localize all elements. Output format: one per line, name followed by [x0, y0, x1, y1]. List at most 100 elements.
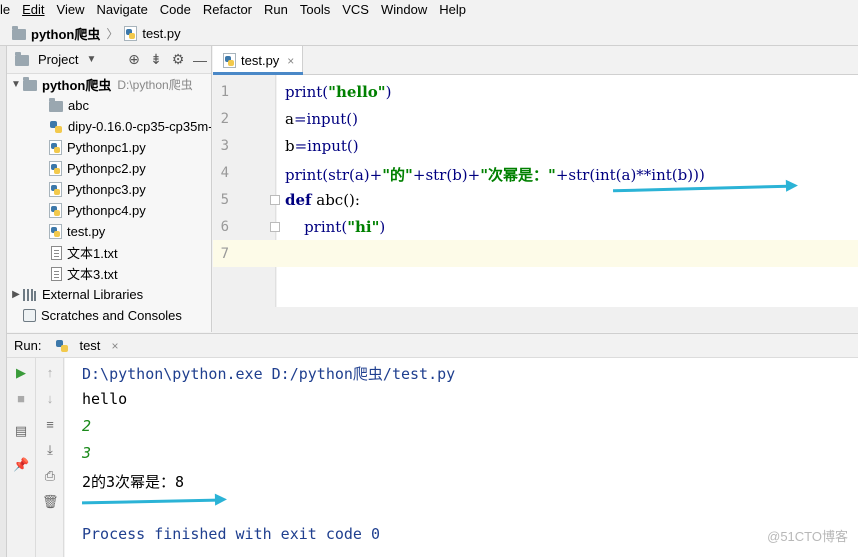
- menu-tools[interactable]: Tools: [294, 0, 336, 20]
- watermark: @51CTO博客: [767, 529, 848, 544]
- arrow-up-icon[interactable]: ↑: [42, 365, 58, 381]
- folder-icon: [23, 77, 37, 91]
- close-icon[interactable]: ×: [287, 54, 294, 68]
- rerun-icon[interactable]: ▶: [13, 365, 29, 381]
- code-line-4: print(str(a)+"的"+str(b)+"次幂是："+str(int(a…: [285, 166, 705, 184]
- menu-code[interactable]: Code: [154, 0, 197, 20]
- tool-window-strip[interactable]: [0, 46, 7, 557]
- console-input-line: 3: [82, 444, 92, 462]
- line-number: 7: [220, 246, 229, 262]
- expand-arrow-icon[interactable]: ▼: [9, 79, 23, 90]
- breadcrumb-file[interactable]: test.py: [124, 25, 181, 41]
- hide-icon[interactable]: —: [189, 52, 211, 68]
- pin-icon[interactable]: 📌: [13, 457, 29, 473]
- scroll-to-end-icon[interactable]: ⤓: [42, 442, 58, 458]
- line-number: 3: [220, 138, 229, 154]
- run-toolbar-primary: ▶ ■ ▤ 📌: [7, 358, 36, 557]
- menu-navigate[interactable]: Navigate: [90, 0, 153, 20]
- project-tree: ▼ python爬虫 D:\python爬虫 abc dipy-0.16.0-c…: [7, 74, 211, 326]
- fold-marker-icon[interactable]: [270, 195, 280, 205]
- arrow-down-icon[interactable]: ↓: [42, 391, 58, 407]
- run-panel-header: Run: test ×: [7, 333, 858, 358]
- tree-root[interactable]: ▼ python爬虫 D:\python爬虫: [7, 74, 211, 95]
- menu-refactor[interactable]: Refactor: [197, 0, 258, 20]
- breadcrumb-project[interactable]: python爬虫: [0, 24, 100, 43]
- locate-icon[interactable]: ⊕: [123, 51, 145, 68]
- folder-icon: [12, 25, 26, 40]
- close-icon[interactable]: ×: [111, 339, 118, 353]
- line-number: 5: [220, 192, 229, 208]
- dropdown-arrow-icon: ▼: [86, 54, 97, 65]
- line-number: 4: [220, 165, 229, 181]
- menu-bar: le Edit View Navigate Code Refactor Run …: [0, 0, 858, 20]
- code-editor[interactable]: [277, 75, 858, 307]
- code-line-1: print("hello"): [285, 83, 392, 101]
- menu-file[interactable]: le: [0, 0, 16, 20]
- console-input-line: 2: [82, 417, 92, 435]
- menu-edit[interactable]: Edit: [16, 0, 50, 20]
- project-icon: [15, 52, 29, 66]
- tree-item-pythonpc1[interactable]: Pythonpc1.py: [7, 137, 211, 158]
- editor-bottom-area: [213, 307, 858, 332]
- line-number: 1: [220, 84, 229, 100]
- menu-help[interactable]: Help: [433, 0, 472, 20]
- tree-scratches[interactable]: Scratches and Consoles: [7, 305, 211, 326]
- project-panel: Project ▼ ⊕ ⇟ ⚙ — ▼ python爬虫 D:\python爬虫…: [7, 46, 212, 332]
- project-panel-header: Project ▼ ⊕ ⇟ ⚙ —: [7, 46, 211, 74]
- tree-item-test[interactable]: test.py: [7, 221, 211, 242]
- folder-icon: [49, 98, 63, 112]
- fold-marker-icon[interactable]: [270, 222, 280, 232]
- scratches-icon: [23, 309, 36, 322]
- console-command: D:\python\python.exe D:/python爬虫/test.py: [82, 365, 456, 383]
- layout-icon[interactable]: ▤: [13, 423, 29, 439]
- tree-item-pythonpc3[interactable]: Pythonpc3.py: [7, 179, 211, 200]
- tree-item-text3[interactable]: 文本3.txt: [7, 263, 211, 284]
- python-package-icon: [49, 120, 63, 134]
- python-file-icon: [49, 203, 62, 218]
- python-icon: [55, 339, 69, 353]
- current-line-highlight: [213, 240, 858, 267]
- tree-item-abc[interactable]: abc: [7, 95, 211, 116]
- run-tab-test[interactable]: test ×: [55, 338, 118, 353]
- menu-view[interactable]: View: [51, 0, 91, 20]
- menu-vcs[interactable]: VCS: [336, 0, 375, 20]
- python-file-icon: [49, 161, 62, 176]
- editor-tab-bar: test.py ×: [213, 46, 858, 75]
- code-line-6: print("hi"): [285, 218, 386, 236]
- project-view-selector[interactable]: Project ▼: [7, 52, 96, 67]
- tree-item-dipy[interactable]: dipy-0.16.0-cp35-cp35m-: [7, 116, 211, 137]
- menu-window[interactable]: Window: [375, 0, 433, 20]
- console-output-line: hello: [82, 390, 128, 408]
- stop-icon[interactable]: ■: [13, 391, 29, 407]
- run-toolbar-secondary: ↑ ↓ ≡ ⤓ ⎙ 🗑: [36, 358, 64, 557]
- tree-item-pythonpc2[interactable]: Pythonpc2.py: [7, 158, 211, 179]
- code-line-3: b=input(): [285, 137, 359, 155]
- editor-gutter: [213, 75, 276, 307]
- tree-item-text1[interactable]: 文本1.txt: [7, 242, 211, 263]
- text-file-icon: [51, 245, 62, 260]
- line-number: 2: [220, 111, 229, 127]
- breadcrumb-separator: 〉: [106, 26, 119, 41]
- tree-item-pythonpc4[interactable]: Pythonpc4.py: [7, 200, 211, 221]
- python-file-icon: [49, 140, 62, 155]
- breadcrumb: python爬虫 〉 test.py: [0, 21, 858, 46]
- soft-wrap-icon[interactable]: ≡: [42, 417, 58, 433]
- text-file-icon: [51, 266, 62, 281]
- tree-external-libraries[interactable]: ▶ External Libraries: [7, 284, 211, 305]
- collapse-icon[interactable]: ⇟: [145, 51, 167, 68]
- library-icon: [23, 288, 37, 301]
- gear-icon[interactable]: ⚙: [167, 51, 189, 68]
- trash-icon[interactable]: 🗑: [42, 494, 59, 510]
- console-output-line: 2的3次幂是：8: [82, 473, 185, 491]
- menu-run[interactable]: Run: [258, 0, 294, 20]
- print-icon[interactable]: ⎙: [42, 468, 58, 484]
- python-file-icon: [223, 53, 236, 68]
- python-file-icon: [124, 25, 138, 41]
- console-exit-message: Process finished with exit code 0: [82, 525, 381, 543]
- python-file-icon: [49, 224, 62, 239]
- code-line-2: a=input(): [285, 110, 358, 128]
- tab-test-py[interactable]: test.py ×: [213, 46, 303, 75]
- code-line-5: def abc():: [285, 191, 360, 209]
- line-number: 6: [220, 219, 229, 235]
- expand-arrow-icon[interactable]: ▶: [9, 289, 23, 300]
